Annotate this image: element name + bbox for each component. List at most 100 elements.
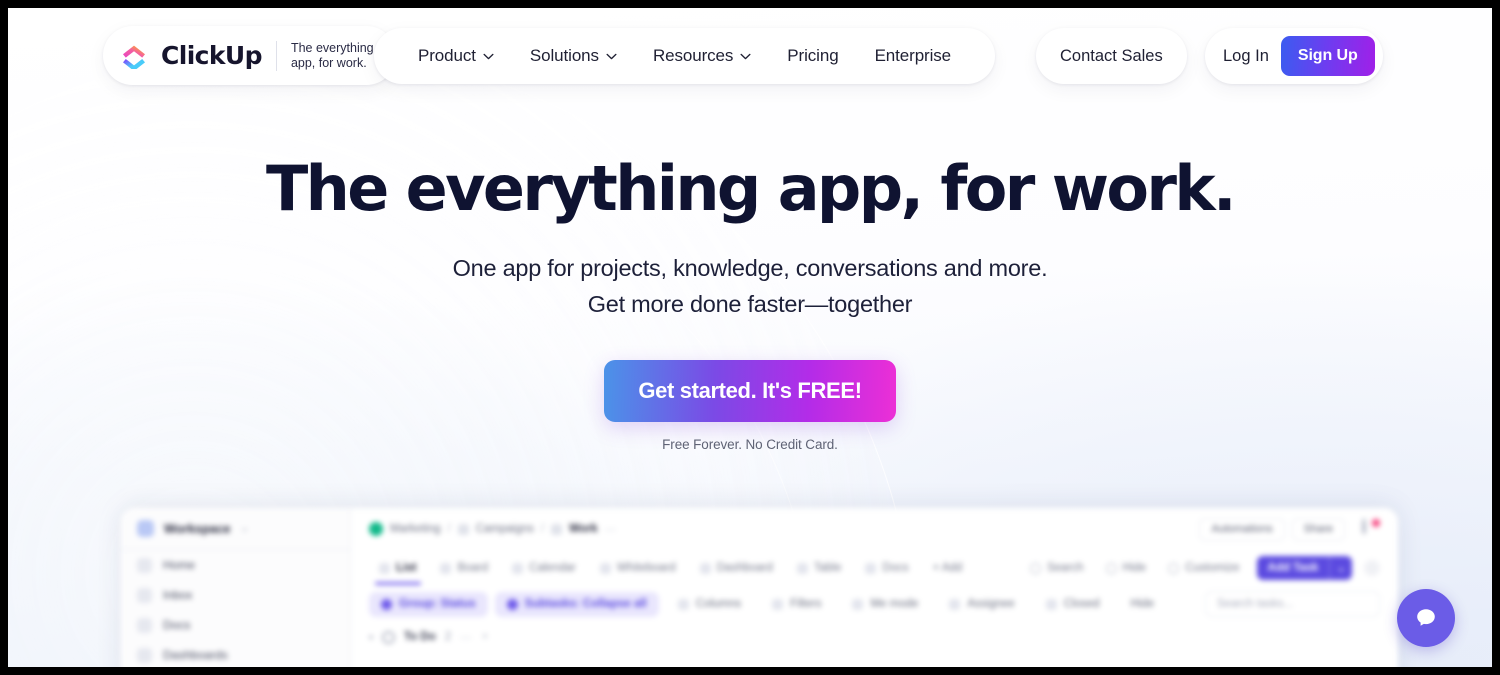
bell-icon bbox=[1362, 518, 1366, 534]
list-icon bbox=[379, 562, 390, 574]
hide-button[interactable]: Hide bbox=[1097, 556, 1156, 580]
calendar-icon bbox=[512, 562, 524, 574]
sidebar-item-inbox[interactable]: Inbox bbox=[121, 580, 350, 610]
filter-columns[interactable]: Columns bbox=[666, 592, 753, 617]
nav-item-enterprise[interactable]: Enterprise bbox=[857, 46, 969, 66]
filter-label: Group: Status bbox=[399, 598, 476, 610]
hero-subheading: One app for projects, knowledge, convers… bbox=[8, 250, 1492, 322]
logo-tagline: The everything app, for work. bbox=[290, 40, 374, 70]
customize-button[interactable]: Customize bbox=[1159, 556, 1248, 580]
add-task-button[interactable]: Add Task ⌄ bbox=[1256, 556, 1352, 580]
workspace-switcher[interactable]: Workspace ⌄ bbox=[121, 508, 350, 550]
nav-item-resources[interactable]: Resources bbox=[635, 46, 769, 66]
board-icon bbox=[440, 562, 452, 574]
dashboards-icon bbox=[137, 647, 152, 663]
clickup-chevron-icon bbox=[123, 45, 145, 69]
subheading-line-2: Get more done faster—together bbox=[587, 291, 913, 317]
log-in-link[interactable]: Log In bbox=[1223, 47, 1269, 66]
logo-wordmark: ClickUp bbox=[161, 41, 263, 70]
breadcrumb-folder[interactable]: Campaigns bbox=[476, 523, 534, 535]
chevron-down-icon: ⌄ bbox=[240, 523, 249, 534]
whiteboard-icon bbox=[599, 562, 611, 574]
toolbar-label: Hide bbox=[1122, 562, 1147, 574]
filter-filters[interactable]: Filters bbox=[760, 592, 833, 617]
tab-table[interactable]: Table bbox=[787, 556, 852, 580]
app-preview-sidebar: Workspace ⌄ Home Inbox Docs Dashboards bbox=[121, 508, 351, 667]
tab-list[interactable]: List bbox=[369, 556, 426, 580]
sidebar-item-label: Docs bbox=[163, 618, 191, 632]
chevron-down-icon[interactable]: ⌄ bbox=[1329, 556, 1352, 580]
sidebar-item-dashboards[interactable]: Dashboards bbox=[121, 640, 350, 667]
logo-divider bbox=[275, 40, 277, 71]
share-button[interactable]: Share bbox=[1291, 517, 1345, 541]
sign-up-button[interactable]: Sign Up bbox=[1280, 36, 1375, 76]
tab-calendar[interactable]: Calendar bbox=[502, 556, 586, 580]
dashboard-icon bbox=[699, 562, 711, 574]
chat-bubble-icon bbox=[1417, 609, 1435, 626]
filter-assignee[interactable]: Assignee bbox=[937, 592, 1026, 617]
contact-sales-button[interactable]: Contact Sales bbox=[1036, 28, 1187, 84]
folder-icon bbox=[457, 523, 469, 535]
chat-widget-button[interactable] bbox=[1397, 589, 1455, 647]
filter-label: Hide bbox=[1130, 598, 1155, 610]
more-options-icon[interactable] bbox=[1364, 560, 1380, 576]
filter-subtasks[interactable]: Subtasks: Collapse all bbox=[494, 591, 659, 617]
chevron-down-icon bbox=[606, 53, 617, 59]
filter-group-status[interactable]: Group: Status bbox=[369, 591, 488, 617]
app-preview-card: Workspace ⌄ Home Inbox Docs Dashboards M… bbox=[121, 508, 1398, 667]
filter-me-mode[interactable]: Me mode bbox=[840, 592, 930, 617]
cta-container: Get started. It's FREE! Free Forever. No… bbox=[8, 360, 1492, 452]
breadcrumb-more-icon[interactable]: ⋯ bbox=[605, 522, 617, 536]
tab-docs[interactable]: Docs bbox=[855, 556, 918, 580]
tab-add-view[interactable]: + Add bbox=[923, 556, 973, 580]
nav-item-product[interactable]: Product bbox=[400, 46, 512, 66]
nav-label: Enterprise bbox=[874, 46, 952, 65]
filter-hide[interactable]: Hide bbox=[1119, 592, 1167, 617]
workspace-name: Workspace bbox=[164, 521, 231, 536]
get-started-button[interactable]: Get started. It's FREE! bbox=[604, 360, 896, 422]
cta-disclaimer: Free Forever. No Credit Card. bbox=[662, 437, 838, 452]
chevron-down-icon[interactable]: ▾ bbox=[369, 633, 373, 642]
tab-dashboard[interactable]: Dashboard bbox=[690, 556, 783, 580]
breadcrumb-list[interactable]: Work bbox=[569, 523, 598, 535]
group-icon bbox=[381, 598, 392, 610]
nav-item-pricing[interactable]: Pricing bbox=[769, 46, 856, 66]
tab-board[interactable]: Board bbox=[430, 556, 498, 580]
toolbar-label: Customize bbox=[1185, 562, 1240, 574]
sidebar-item-label: Inbox bbox=[163, 588, 193, 602]
assignee-icon bbox=[949, 598, 961, 610]
table-icon bbox=[796, 562, 808, 574]
inbox-icon bbox=[137, 587, 152, 603]
more-options-icon[interactable]: ⋯ bbox=[460, 630, 473, 644]
primary-nav: Product Solutions Resources Pricing Ente… bbox=[374, 28, 996, 84]
breadcrumb-separator: / bbox=[540, 523, 545, 535]
docs-icon bbox=[865, 562, 877, 574]
notification-badge bbox=[1372, 519, 1380, 527]
subheading-line-1: One app for projects, knowledge, convers… bbox=[452, 255, 1048, 281]
logo-pill[interactable]: ClickUp The everything app, for work. bbox=[103, 26, 396, 85]
notifications-button[interactable] bbox=[1362, 518, 1380, 538]
task-group-header[interactable]: ▾ To Do 2 ⋯ + bbox=[351, 622, 1398, 652]
person-icon bbox=[852, 598, 864, 610]
sidebar-item-label: Home bbox=[163, 558, 196, 572]
search-button[interactable]: Search bbox=[1021, 556, 1092, 580]
nav-item-solutions[interactable]: Solutions bbox=[512, 46, 635, 66]
closed-icon bbox=[1045, 598, 1057, 610]
add-task-inline-icon[interactable]: + bbox=[482, 631, 489, 643]
automations-button[interactable]: Automations bbox=[1199, 517, 1285, 541]
search-tasks-input[interactable]: Search tasks... bbox=[1205, 591, 1380, 617]
sidebar-item-docs[interactable]: Docs bbox=[121, 610, 350, 640]
breadcrumb-space[interactable]: Marketing bbox=[390, 523, 441, 535]
filter-toolbar: Group: Status Subtasks: Collapse all Col… bbox=[351, 586, 1398, 622]
active-tab-indicator bbox=[375, 582, 421, 585]
filter-label: Closed bbox=[1063, 598, 1100, 610]
add-task-label: Add Task bbox=[1267, 562, 1319, 574]
filter-closed[interactable]: Closed bbox=[1034, 592, 1112, 617]
toolbar-label: Search bbox=[1047, 562, 1084, 574]
contact-sales-label: Contact Sales bbox=[1060, 46, 1163, 65]
sidebar-item-home[interactable]: Home bbox=[121, 550, 350, 580]
tab-label: Board bbox=[457, 562, 489, 574]
customize-icon bbox=[1168, 562, 1180, 574]
tab-whiteboard[interactable]: Whiteboard bbox=[590, 556, 686, 580]
site-header: ClickUp The everything app, for work. Pr… bbox=[8, 8, 1492, 104]
